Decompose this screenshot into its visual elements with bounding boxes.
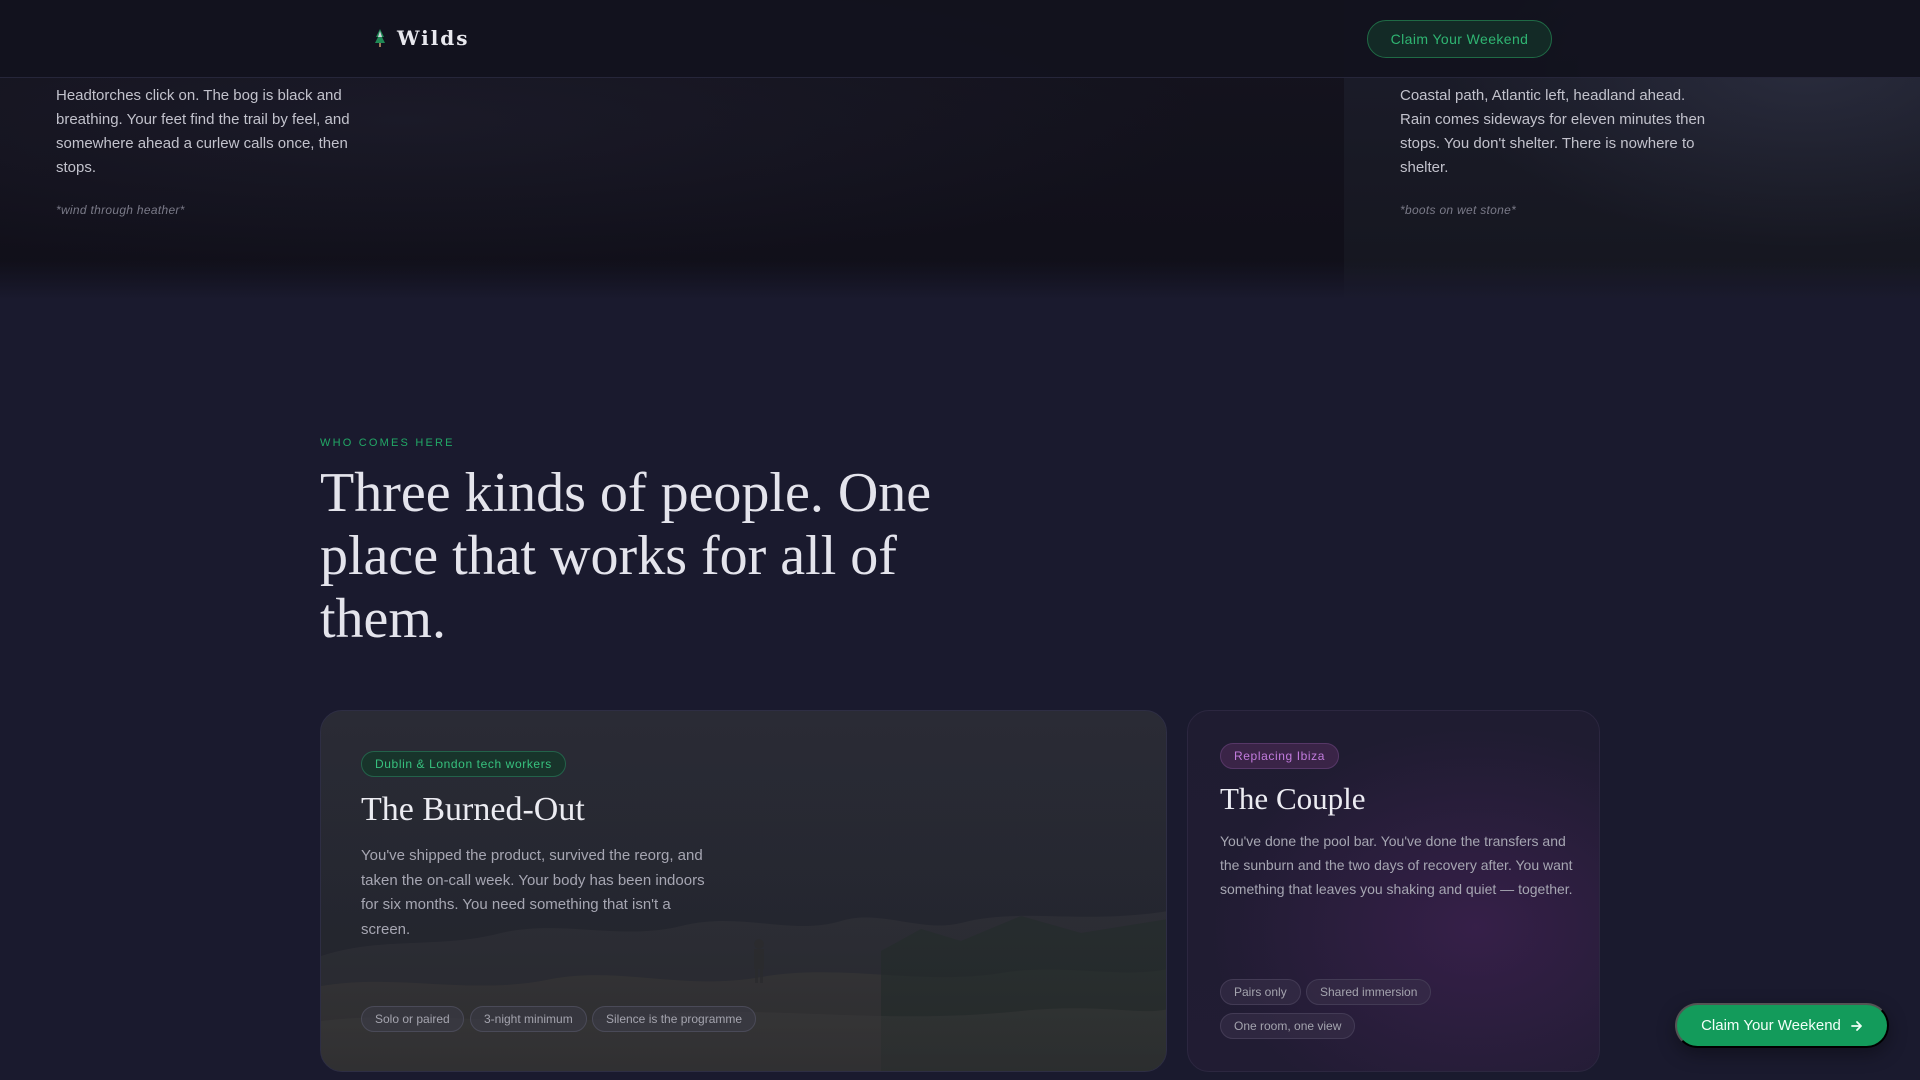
feature-chip: 3-night minimum xyxy=(470,1006,587,1032)
persona-title: The Couple xyxy=(1220,781,1366,816)
hero-right-text: Coastal path, Atlantic left, headland ah… xyxy=(1400,87,1706,176)
hero-fade xyxy=(0,260,1920,300)
section-eyebrow: Who comes here xyxy=(320,437,455,449)
arrow-right-icon xyxy=(1851,1020,1862,1031)
brand-link[interactable]: Wilds xyxy=(373,26,470,50)
persona-description: You've done the pool bar. You've done th… xyxy=(1220,833,1573,897)
feature-chip: Silence is the programme xyxy=(592,1006,757,1032)
feature-chip: Shared immersion xyxy=(1306,979,1432,1005)
section-headline: Three kinds of people. One place that wo… xyxy=(320,462,932,650)
feature-chip: Solo or paired xyxy=(361,1006,464,1032)
top-nav: Wilds Claim Your Weekend xyxy=(0,0,1920,78)
brand-name: Wilds xyxy=(397,26,470,50)
feature-chip: One room, one view xyxy=(1220,1013,1356,1039)
persona-tag: Replacing Ibiza xyxy=(1220,743,1340,769)
hero-left-sound: *wind through heather* xyxy=(56,203,185,217)
claim-weekend-floating-button[interactable]: Claim Your Weekend xyxy=(1675,1003,1889,1048)
pine-tree-icon xyxy=(375,29,385,47)
claim-weekend-nav-button[interactable]: Claim Your Weekend xyxy=(1367,20,1552,58)
feature-chip: Pairs only xyxy=(1220,979,1301,1005)
hero-right-sound: *boots on wet stone* xyxy=(1400,203,1517,217)
persona-card-burned-out[interactable]: Dublin & London tech workers The Burned-… xyxy=(320,710,1167,1072)
persona-title: The Burned-Out xyxy=(361,791,585,828)
floating-cta-label: Claim Your Weekend xyxy=(1701,1017,1841,1034)
hero-left-text: Headtorches click on. The bog is black a… xyxy=(56,87,350,176)
persona-tag: Dublin & London tech workers xyxy=(361,751,566,777)
persona-card-couple[interactable]: Replacing Ibiza The Couple You've done t… xyxy=(1187,710,1600,1072)
persona-description: You've shipped the product, survived the… xyxy=(361,847,705,938)
